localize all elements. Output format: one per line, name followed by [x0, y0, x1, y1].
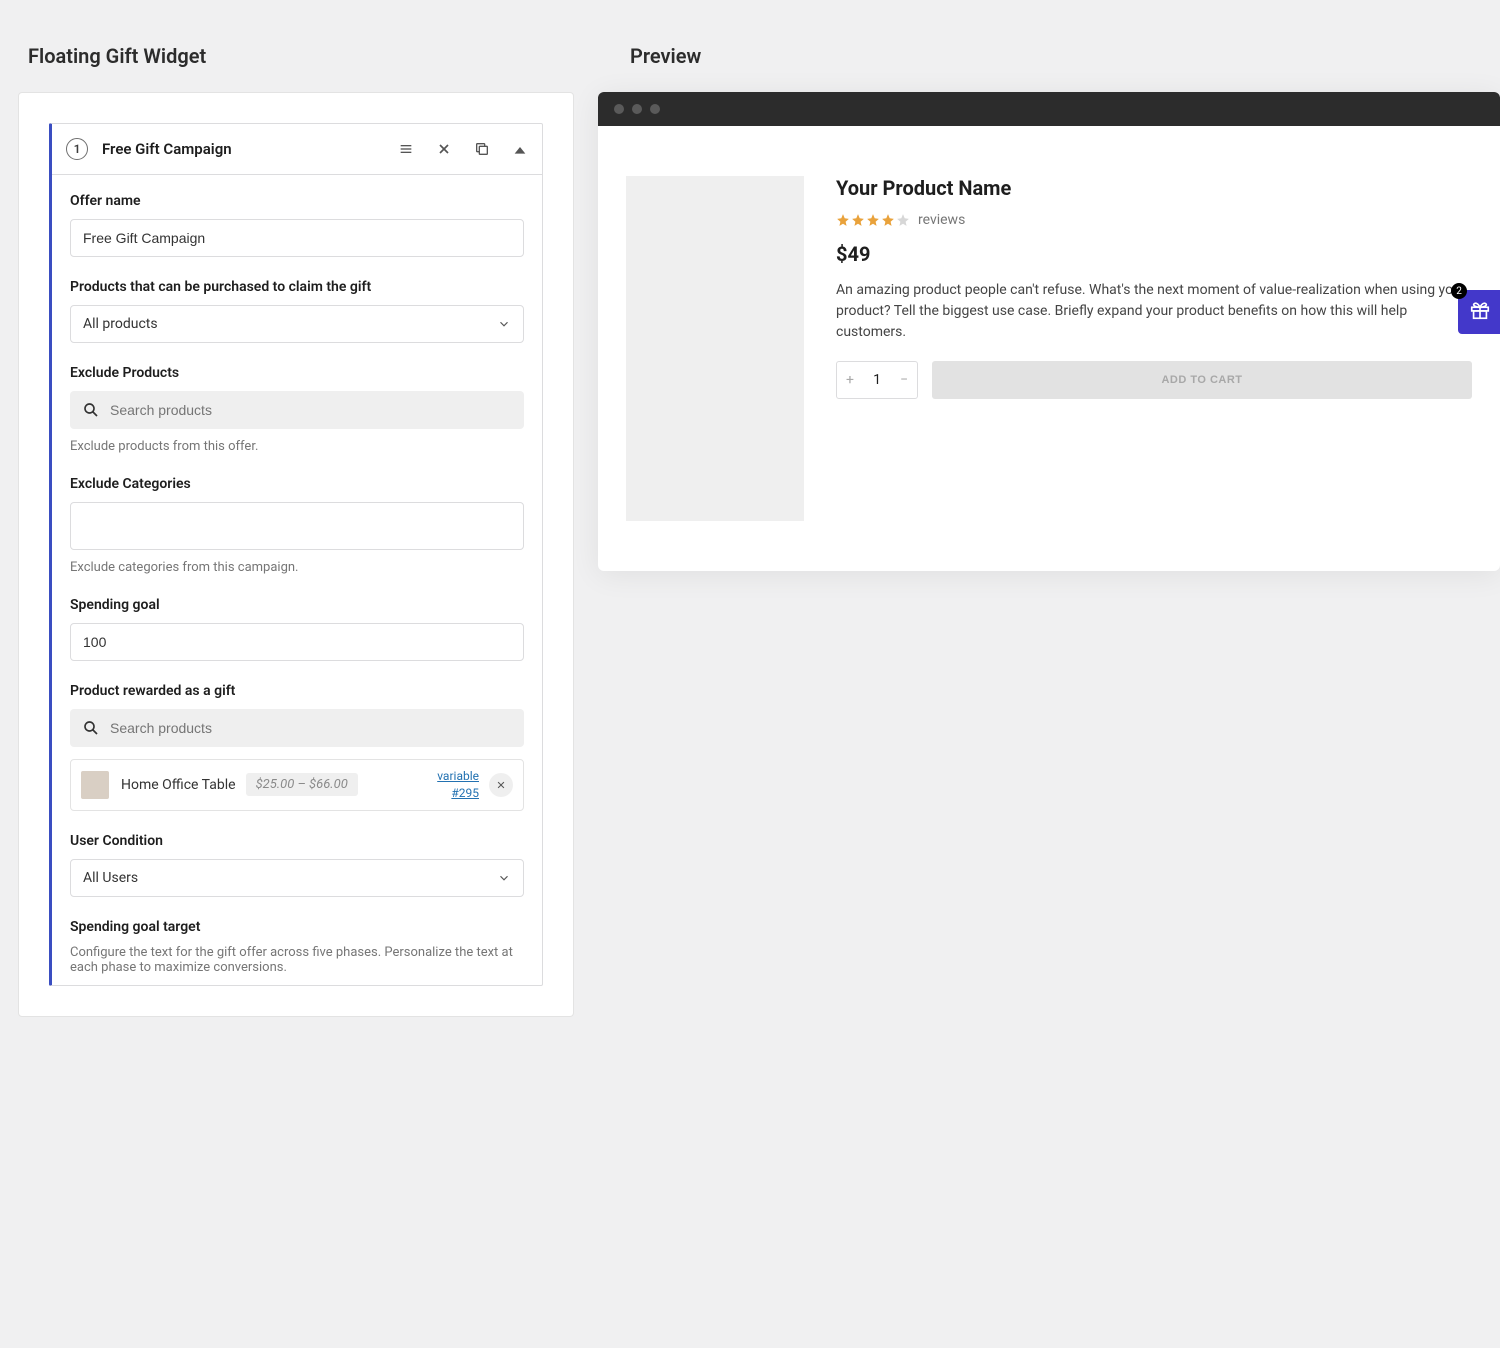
user-condition-select[interactable]: All Users: [70, 859, 524, 897]
reward-item-remove[interactable]: [489, 773, 513, 797]
window-dot: [632, 104, 642, 114]
products-claim-label: Products that can be purchased to claim …: [70, 279, 524, 295]
spending-target-label: Spending goal target: [70, 919, 524, 935]
reward-item-price: $25.00 – $66.00: [246, 773, 358, 796]
exclude-products-help: Exclude products from this offer.: [70, 439, 524, 454]
close-icon[interactable]: [436, 141, 452, 157]
search-icon: [82, 719, 100, 737]
exclude-categories-label: Exclude Categories: [70, 476, 524, 492]
reviews-text: reviews: [918, 212, 965, 228]
exclude-categories-field: Exclude Categories Exclude categories fr…: [70, 476, 524, 575]
spending-goal-input[interactable]: [70, 623, 524, 661]
spending-target-help: Configure the text for the gift offer ac…: [70, 945, 524, 975]
reward-item-type: variable: [437, 768, 479, 785]
products-claim-value: All products: [83, 316, 158, 332]
products-claim-select[interactable]: All products: [70, 305, 524, 343]
user-condition-value: All Users: [83, 870, 138, 886]
gift-icon: [1469, 299, 1491, 325]
reward-item-id: #295: [437, 785, 479, 802]
spending-goal-label: Spending goal: [70, 597, 524, 613]
reward-item-name: Home Office Table: [121, 777, 236, 793]
spending-target-field: Spending goal target Configure the text …: [70, 919, 524, 975]
exclude-products-field: Exclude Products Exclude products from t…: [70, 365, 524, 454]
reward-item-row: Home Office Table $25.00 – $66.00 variab…: [70, 759, 524, 811]
exclude-products-label: Exclude Products: [70, 365, 524, 381]
product-description: An amazing product people can't refuse. …: [836, 280, 1472, 343]
gift-badge: 2: [1451, 283, 1467, 299]
chevron-down-icon: [497, 871, 511, 885]
preview-title: Preview: [598, 10, 1500, 92]
offer-name-label: Offer name: [70, 193, 524, 209]
search-icon: [82, 401, 100, 419]
page-title: Floating Gift Widget: [18, 10, 574, 92]
star-rating: [836, 213, 910, 227]
preview-titlebar: [598, 92, 1500, 126]
exclude-products-input[interactable]: [110, 402, 512, 418]
rating-row: reviews: [836, 212, 1472, 228]
products-claim-field: Products that can be purchased to claim …: [70, 279, 524, 343]
window-dot: [650, 104, 660, 114]
reward-item-meta[interactable]: variable #295: [437, 768, 479, 802]
preview-panel: Your Product Name reviews $49 An amazing…: [598, 92, 1500, 571]
qty-increase[interactable]: +: [837, 362, 863, 398]
product-rewarded-input[interactable]: [110, 720, 512, 736]
exclude-categories-input[interactable]: [70, 502, 524, 550]
drag-handle-icon[interactable]: [398, 141, 414, 157]
reward-item-thumb: [81, 771, 109, 799]
product-rewarded-search[interactable]: [70, 709, 524, 747]
exclude-categories-help: Exclude categories from this campaign.: [70, 560, 524, 575]
chevron-down-icon: [497, 317, 511, 331]
product-rewarded-field: Product rewarded as a gift Home Office T…: [70, 683, 524, 811]
offer-name-field: Offer name: [70, 193, 524, 257]
add-to-cart-button[interactable]: ADD TO CART: [932, 361, 1472, 399]
quantity-stepper[interactable]: + 1 −: [836, 361, 918, 399]
campaign-header: 1 Free Gift Campaign: [52, 124, 542, 175]
product-name: Your Product Name: [836, 176, 1472, 200]
floating-gift-widget[interactable]: 2: [1458, 290, 1500, 334]
qty-value: 1: [863, 372, 891, 388]
collapse-icon[interactable]: [512, 143, 524, 155]
product-rewarded-label: Product rewarded as a gift: [70, 683, 524, 699]
campaign-title: Free Gift Campaign: [102, 140, 398, 158]
settings-panel: 1 Free Gift Campaign: [18, 92, 574, 1017]
campaign-card: 1 Free Gift Campaign: [49, 123, 543, 986]
campaign-number: 1: [66, 138, 88, 160]
user-condition-field: User Condition All Users: [70, 833, 524, 897]
offer-name-input[interactable]: [70, 219, 524, 257]
product-price: $49: [836, 242, 1472, 266]
window-dot: [614, 104, 624, 114]
spending-goal-field: Spending goal: [70, 597, 524, 661]
duplicate-icon[interactable]: [474, 141, 490, 157]
qty-decrease[interactable]: −: [891, 362, 917, 398]
product-image: [626, 176, 804, 521]
user-condition-label: User Condition: [70, 833, 524, 849]
exclude-products-search[interactable]: [70, 391, 524, 429]
